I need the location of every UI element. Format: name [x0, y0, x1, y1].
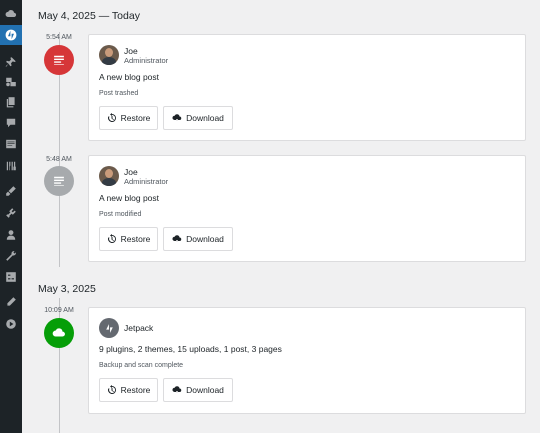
play-icon[interactable]	[0, 314, 22, 334]
event-summary: A new blog post	[99, 193, 160, 203]
woocommerce-icon[interactable]	[0, 156, 22, 176]
avatar	[99, 45, 119, 65]
pin-icon[interactable]	[0, 52, 22, 72]
trash-node	[44, 45, 74, 75]
activity-log: May 4, 2025 — Today 5:54 AM Joe Administ…	[22, 0, 540, 433]
actor-role: Administrator	[124, 55, 169, 65]
event-status: Post modified	[99, 211, 142, 218]
jetpack-icon[interactable]	[0, 25, 22, 45]
restore-icon	[107, 234, 116, 243]
comments-icon[interactable]	[0, 113, 22, 133]
jetpack-logo-icon	[99, 318, 119, 338]
event-time: 10:09 AM	[44, 307, 74, 314]
event-time: 5:54 AM	[46, 34, 72, 41]
feedback-icon[interactable]	[0, 134, 22, 154]
restore-button[interactable]: Restore	[99, 378, 158, 402]
users-icon[interactable]	[0, 225, 22, 245]
cloud-download-icon	[172, 386, 182, 393]
event-status: Backup and scan complete	[99, 362, 184, 369]
event-card: Joe Administrator A new blog post Post m…	[88, 155, 526, 262]
download-button[interactable]: Download	[163, 106, 233, 130]
edit-icon[interactable]	[0, 292, 22, 312]
event-actor: Jetpack	[99, 318, 153, 338]
actor-name: Joe	[124, 166, 138, 177]
pages-icon[interactable]	[0, 92, 22, 112]
cloud-icon[interactable]	[0, 4, 22, 24]
date-heading: May 3, 2025	[38, 283, 96, 295]
actor-name: Joe	[124, 45, 138, 56]
event-summary: 9 plugins, 2 themes, 15 uploads, 1 post,…	[99, 344, 282, 354]
restore-icon	[107, 113, 116, 122]
settings-icon[interactable]	[0, 267, 22, 287]
cloud-download-icon	[172, 235, 182, 242]
cloud-icon	[52, 328, 65, 337]
event-time: 5:48 AM	[46, 156, 72, 163]
date-heading: May 4, 2025 — Today	[38, 10, 140, 22]
event-status: Post trashed	[99, 90, 139, 97]
tools-icon[interactable]	[0, 246, 22, 266]
modified-node	[44, 166, 74, 196]
download-button[interactable]: Download	[163, 227, 233, 251]
avatar	[99, 166, 119, 186]
post-icon	[54, 176, 64, 186]
event-actor: Joe Administrator	[99, 45, 168, 65]
actor-name: Jetpack	[124, 323, 154, 333]
appearance-icon[interactable]	[0, 181, 22, 201]
media-icon[interactable]	[0, 72, 22, 92]
download-button[interactable]: Download	[163, 378, 233, 402]
post-icon	[54, 55, 64, 65]
event-summary: A new blog post	[99, 72, 160, 82]
event-card: Joe Administrator A new blog post Post t…	[88, 34, 526, 141]
event-actor: Joe Administrator	[99, 166, 168, 186]
event-card: Jetpack 9 plugins, 2 themes, 15 uploads,…	[88, 307, 526, 414]
cloud-download-icon	[172, 114, 182, 121]
actor-role: Administrator	[124, 176, 169, 186]
restore-button[interactable]: Restore	[99, 106, 158, 130]
admin-sidebar	[0, 0, 22, 433]
backup-node	[44, 318, 74, 348]
restore-button[interactable]: Restore	[99, 227, 158, 251]
plugins-icon[interactable]	[0, 203, 22, 223]
restore-icon	[107, 385, 116, 394]
